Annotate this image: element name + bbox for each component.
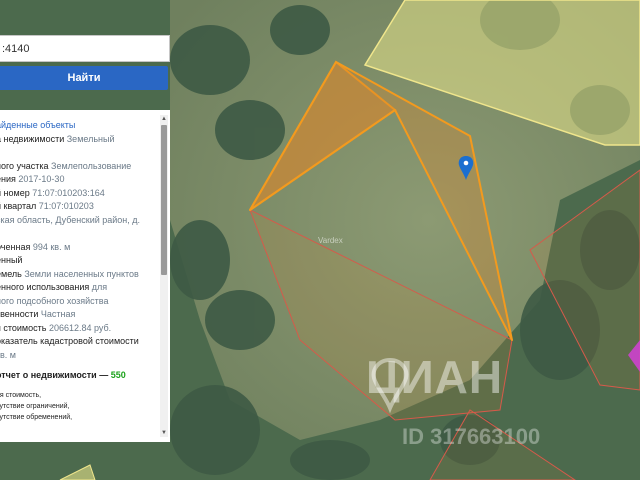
- info-label: а недвижимости: [0, 133, 65, 144]
- watermark-cian: ЦИАН: [366, 351, 504, 403]
- info-row: я стоимость 206612.84 руб.: [0, 322, 156, 336]
- info-value: 206612.84 руб.: [48, 322, 112, 333]
- info-row: й номер 71:07:010203:164: [0, 187, 156, 201]
- report-feature: ая стоимость,: [0, 391, 42, 399]
- info-row: ения 2017-10-30: [0, 173, 156, 187]
- info-row: й квартал 71:07:010203: [0, 200, 156, 214]
- info-value: Землепользование: [51, 160, 132, 171]
- info-value: 2017-10-30: [18, 174, 65, 184]
- info-row: оченная 994 кв. м: [0, 241, 156, 255]
- info-label: й номер: [0, 187, 30, 198]
- info-row: оказатель кадастровой стоимости: [0, 335, 156, 349]
- info-label: емель: [0, 268, 22, 279]
- info-value: кв. м: [0, 349, 16, 360]
- find-button[interactable]: Найти: [0, 66, 168, 90]
- report-feature: сутствие ограничений,: [0, 402, 70, 410]
- info-label: енного использования: [0, 282, 90, 292]
- info-label: й квартал: [0, 201, 37, 211]
- info-row: кв. м: [0, 349, 156, 363]
- info-label: оказатель кадастровой стоимости: [0, 336, 139, 346]
- info-value: 994 кв. м: [32, 241, 71, 252]
- info-label: ного участка: [0, 160, 49, 171]
- info-value: Частная: [40, 309, 76, 319]
- info-panel-content: айденные объекты а недвижимости Земельны…: [0, 119, 156, 423]
- report-count: 550: [110, 370, 126, 380]
- info-label: я стоимость: [0, 322, 47, 333]
- info-label: твенности: [0, 309, 39, 319]
- info-label: айденные объекты: [0, 120, 76, 130]
- info-value: Земельный: [66, 133, 115, 144]
- info-value: ская область, Дубенский район, д.: [0, 214, 141, 225]
- info-label: отчет о недвижимости —: [0, 370, 109, 380]
- info-panel: айденные объекты а недвижимости Земельны…: [0, 110, 170, 442]
- info-row: ская область, Дубенский район, д.: [0, 214, 156, 228]
- scroll-thumb[interactable]: [161, 125, 167, 275]
- info-panel-title[interactable]: айденные объекты: [0, 119, 156, 133]
- info-row: ного подсобного хозяйства: [0, 295, 156, 309]
- search-input[interactable]: :4140: [0, 35, 170, 62]
- info-value: ного подсобного хозяйства: [0, 295, 109, 306]
- info-label: енный: [0, 255, 23, 265]
- map-faint-label: Vardex: [318, 236, 343, 245]
- report-feature: сутствие обременений,: [0, 413, 73, 421]
- info-row: енного использования для: [0, 281, 156, 295]
- scroll-up-arrow-icon[interactable]: ▲: [160, 115, 168, 123]
- info-row: емель Земли населенных пунктов: [0, 268, 156, 282]
- info-value: 71:07:010203:164: [32, 187, 105, 198]
- scroll-down-arrow-icon[interactable]: ▼: [160, 429, 168, 437]
- info-row: [0, 227, 156, 241]
- info-row: [0, 146, 156, 160]
- info-panel-scrollbar[interactable]: ▲ ▼: [160, 115, 168, 437]
- info-label: ения: [0, 174, 16, 184]
- info-row: енный: [0, 254, 156, 268]
- info-row: а недвижимости Земельный: [0, 133, 156, 147]
- info-value: Земли населенных пунктов: [24, 268, 139, 279]
- report-link[interactable]: отчет о недвижимости — 550: [0, 369, 156, 383]
- info-row: твенности Частная: [0, 308, 156, 322]
- info-value: для: [91, 282, 108, 292]
- info-value: 71:07:010203: [38, 201, 94, 211]
- watermark-id: ID 317663100: [402, 424, 541, 449]
- info-row: ного участка Землепользование: [0, 160, 156, 174]
- info-label: оченная: [0, 241, 31, 252]
